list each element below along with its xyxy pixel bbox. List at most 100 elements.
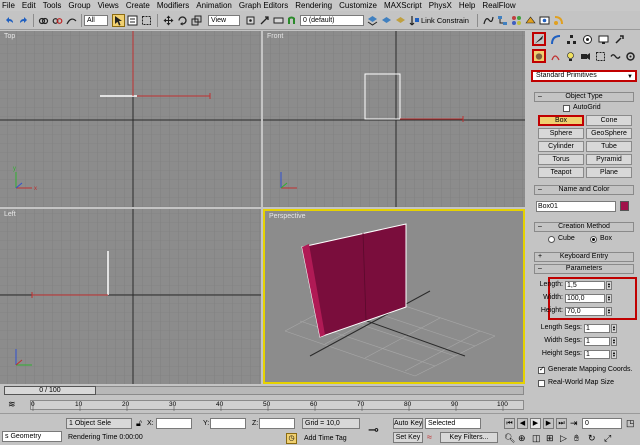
default-key-tangent-icon[interactable]: ≈ [427, 432, 432, 442]
material-editor-icon[interactable] [510, 14, 523, 27]
object-name-input[interactable]: Box01 [536, 201, 616, 212]
menu-edit[interactable]: Edit [22, 1, 36, 10]
motion-tab-icon[interactable] [580, 32, 594, 46]
reference-coord-dropdown[interactable]: View [208, 15, 240, 26]
rect-selection-icon[interactable] [140, 14, 153, 27]
bind-spacewarp-icon[interactable] [65, 14, 78, 27]
menu-realflow[interactable]: RealFlow [482, 1, 515, 10]
link-constraint-icon[interactable] [408, 14, 421, 27]
width-segs-spinner[interactable]: ▲ ▼ [611, 337, 617, 346]
length-segs-input[interactable]: 1 [584, 324, 610, 333]
height-segs-spinner[interactable]: ▲ ▼ [611, 350, 617, 359]
snaps-toggle-icon[interactable] [285, 14, 298, 27]
curve-editor-icon[interactable] [482, 14, 495, 27]
modify-tab-icon[interactable] [548, 32, 562, 46]
creation-method-rollout-header[interactable]: – Creation Method [534, 222, 634, 232]
display-tab-icon[interactable] [596, 32, 610, 46]
menu-animation[interactable]: Animation [196, 1, 232, 10]
cameras-category-icon[interactable] [578, 49, 592, 63]
zoom-extents-icon[interactable]: ◫ [532, 433, 541, 444]
zoom-icon[interactable]: 🔍︎ [504, 433, 515, 444]
shapes-category-icon[interactable] [548, 49, 562, 63]
menu-create[interactable]: Create [126, 1, 150, 10]
pivot-icon[interactable] [244, 14, 257, 27]
autogrid-checkbox[interactable] [563, 105, 570, 112]
select-rotate-icon[interactable] [176, 14, 189, 27]
auto-key-button[interactable]: Auto Key [393, 418, 423, 429]
track-bar-ruler[interactable]: 0 10 20 30 40 50 60 70 80 90 100 [30, 400, 524, 411]
field-of-view-icon[interactable]: ▷ [560, 433, 567, 444]
cone-button[interactable]: Cone [586, 115, 632, 126]
spacewarps-category-icon[interactable] [608, 49, 622, 63]
height-segs-input[interactable]: 1 [584, 350, 610, 359]
lights-category-icon[interactable] [563, 49, 577, 63]
time-tag-icon[interactable]: ◷ [286, 433, 297, 444]
maxscript-listener[interactable]: s Geometry [2, 431, 62, 442]
menu-modifiers[interactable]: Modifiers [157, 1, 189, 10]
unlink-icon[interactable] [51, 14, 64, 27]
play-icon[interactable]: ▶ [530, 418, 541, 429]
select-manipulate-icon[interactable] [258, 14, 271, 27]
tube-button[interactable]: Tube [586, 141, 632, 152]
menu-customize[interactable]: Customize [339, 1, 377, 10]
selection-filter-dropdown[interactable]: All [84, 15, 108, 26]
go-to-end-icon[interactable]: ⏭ [556, 418, 567, 429]
menu-file[interactable]: File [2, 1, 15, 10]
object-color-swatch[interactable] [620, 201, 629, 211]
add-time-tag[interactable]: Add Time Tag [304, 435, 347, 442]
viewport-top[interactable]: Top x y [0, 31, 261, 207]
viewport-top-label[interactable]: Top [4, 33, 15, 40]
width-spinner[interactable]: ▲ ▼ [606, 294, 612, 303]
plane-button[interactable]: Plane [586, 167, 632, 178]
cylinder-button[interactable]: Cylinder [538, 141, 584, 152]
box-button[interactable]: Box [538, 115, 584, 126]
redo-icon[interactable] [17, 14, 30, 27]
current-frame-input[interactable]: 0 [582, 418, 622, 429]
select-link-icon[interactable] [37, 14, 50, 27]
select-object-icon[interactable] [112, 14, 125, 27]
maximize-viewport-icon[interactable]: ⤢ [604, 433, 611, 444]
torus-button[interactable]: Torus [538, 154, 584, 165]
object-type-rollout-header[interactable]: – Object Type [534, 92, 634, 102]
parameters-rollout-header[interactable]: – Parameters [534, 264, 634, 274]
menu-graph-editors[interactable]: Graph Editors [239, 1, 288, 10]
z-coordinate-input[interactable] [259, 418, 295, 429]
zoom-extents-all-icon[interactable]: ⊞ [546, 433, 554, 444]
layer-manager-icon[interactable] [366, 14, 379, 27]
key-mode-icon[interactable]: ⇥ [570, 418, 578, 429]
render-setup-icon[interactable] [524, 14, 537, 27]
pan-icon[interactable]: ✋︎ [574, 433, 579, 444]
menu-group[interactable]: Group [68, 1, 90, 10]
length-segs-spinner[interactable]: ▲ ▼ [611, 324, 617, 333]
pyramid-button[interactable]: Pyramid [586, 154, 632, 165]
keyboard-shortcut-icon[interactable] [272, 14, 285, 27]
menu-physx[interactable]: PhysX [429, 1, 452, 10]
helpers-category-icon[interactable] [593, 49, 607, 63]
previous-frame-icon[interactable]: ◀ [517, 418, 528, 429]
geometry-category-icon[interactable] [532, 49, 546, 63]
cube-radio[interactable] [548, 236, 555, 243]
sphere-button[interactable]: Sphere [538, 128, 584, 139]
primitive-type-dropdown[interactable]: Standard Primitives ▼ [531, 70, 637, 82]
menu-rendering[interactable]: Rendering [295, 1, 332, 10]
height-spinner[interactable]: ▲ ▼ [606, 307, 612, 316]
width-segs-input[interactable]: 1 [584, 337, 610, 346]
viewport-front[interactable]: Front [263, 31, 525, 207]
select-scale-icon[interactable] [190, 14, 203, 27]
viewport-left-label[interactable]: Left [4, 211, 16, 218]
menu-views[interactable]: Views [98, 1, 119, 10]
geosphere-button[interactable]: GeoSphere [586, 128, 632, 139]
hierarchy-tab-icon[interactable] [564, 32, 578, 46]
viewport-perspective[interactable]: Perspective [263, 209, 525, 384]
utilities-tab-icon[interactable] [612, 32, 626, 46]
mini-curve-editor-icon[interactable]: ≋ [8, 399, 16, 410]
layer-select-icon[interactable] [394, 14, 407, 27]
time-slider-thumb[interactable]: 0 / 100 [4, 386, 96, 395]
select-by-name-icon[interactable] [126, 14, 139, 27]
teapot-button[interactable]: Teapot [538, 167, 584, 178]
name-color-rollout-header[interactable]: – Name and Color [534, 185, 634, 195]
menu-maxscript[interactable]: MAXScript [384, 1, 422, 10]
undo-icon[interactable] [3, 14, 16, 27]
select-move-icon[interactable] [162, 14, 175, 27]
selection-set-dropdown[interactable]: Selected [425, 418, 481, 429]
